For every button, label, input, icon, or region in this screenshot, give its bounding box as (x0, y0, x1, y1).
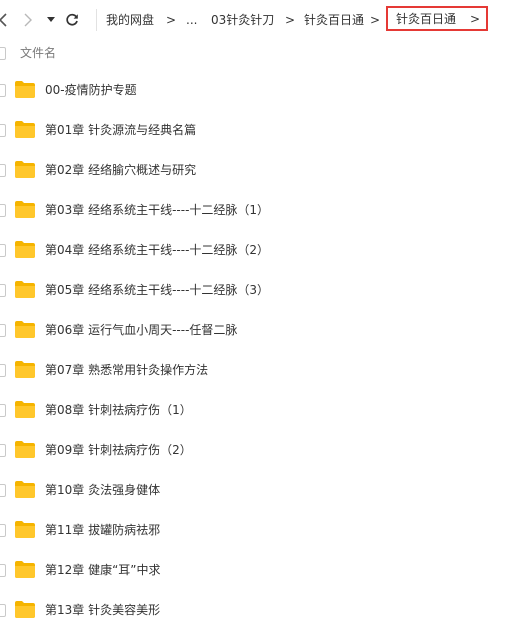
breadcrumb-separator[interactable]: > (285, 10, 295, 30)
breadcrumb-current[interactable]: 针灸百日通 > (386, 6, 488, 31)
list-item[interactable]: 第01章 针灸源流与经典名篇 (0, 110, 513, 150)
folder-icon (15, 361, 35, 378)
folder-icon (15, 281, 35, 298)
chevron-left-icon (0, 13, 7, 27)
folder-icon (15, 401, 35, 418)
folder-icon (15, 161, 35, 178)
list-item[interactable]: 第10章 灸法强身健体 (0, 470, 513, 510)
column-header-name[interactable]: 文件名 (20, 45, 56, 61)
folder-icon (15, 121, 35, 138)
file-name: 第12章 健康“耳”中求 (45, 563, 161, 577)
file-name: 00-疫情防护专题 (45, 83, 137, 97)
list-item[interactable]: 第09章 针刺祛病疗伤（2） (0, 430, 513, 470)
list-item[interactable]: 第13章 针灸美容美形 (0, 590, 513, 630)
file-name: 第13章 针灸美容美形 (45, 603, 161, 617)
breadcrumb-item-ellipsis[interactable]: ... (186, 10, 197, 30)
toolbar: 我的网盘 > ... 03针灸针刀 > 针灸百日通 > 针灸百日通 > (0, 0, 513, 40)
folder-icon (15, 601, 35, 618)
list-item[interactable]: 第08章 针刺祛病疗伤（1） (0, 390, 513, 430)
file-name: 第01章 针灸源流与经典名篇 (45, 123, 197, 137)
file-name: 第09章 针刺祛病疗伤（2） (45, 443, 192, 457)
folder-icon (15, 521, 35, 538)
list-item[interactable]: 第02章 经络腧穴概述与研究 (0, 150, 513, 190)
breadcrumb-separator[interactable]: > (166, 10, 176, 30)
row-checkbox[interactable] (0, 244, 6, 257)
breadcrumb-item-parent[interactable]: 针灸百日通 (304, 10, 364, 30)
row-checkbox[interactable] (0, 564, 6, 577)
row-checkbox[interactable] (0, 124, 6, 137)
row-checkbox[interactable] (0, 444, 6, 457)
row-checkbox[interactable] (0, 84, 6, 97)
list-item[interactable]: 00-疫情防护专题 (0, 70, 513, 110)
file-name: 第06章 运行气血小周天----任督二脉 (45, 323, 238, 337)
row-checkbox[interactable] (0, 364, 6, 377)
select-all-checkbox[interactable] (0, 47, 6, 60)
row-checkbox[interactable] (0, 604, 6, 617)
row-checkbox[interactable] (0, 404, 6, 417)
file-name: 第10章 灸法强身健体 (45, 483, 161, 497)
refresh-icon (66, 13, 78, 26)
folder-icon (15, 481, 35, 498)
chevron-right-icon (24, 13, 32, 27)
refresh-button[interactable] (62, 8, 82, 32)
file-name: 第03章 经络系统主干线----十二经脉（1） (45, 203, 270, 217)
row-checkbox[interactable] (0, 524, 6, 537)
folder-icon (15, 201, 35, 218)
row-checkbox[interactable] (0, 324, 6, 337)
breadcrumb-current-label: 针灸百日通 (396, 12, 457, 26)
row-checkbox[interactable] (0, 284, 6, 297)
toolbar-divider (96, 9, 97, 31)
history-dropdown-button[interactable] (44, 8, 58, 32)
list-item[interactable]: 第12章 健康“耳”中求 (0, 550, 513, 590)
file-name: 第02章 经络腧穴概述与研究 (45, 163, 197, 177)
breadcrumb-current-arrow: > (470, 11, 481, 26)
breadcrumb-separator[interactable]: > (370, 10, 380, 30)
row-checkbox[interactable] (0, 484, 6, 497)
file-name: 第11章 拔罐防病祛邪 (45, 523, 161, 537)
folder-icon (15, 561, 35, 578)
forward-button[interactable] (20, 8, 36, 32)
row-checkbox[interactable] (0, 164, 6, 177)
folder-icon (15, 81, 35, 98)
file-list: 00-疫情防护专题第01章 针灸源流与经典名篇 第02章 经络腧穴概述与研究第03… (0, 70, 513, 630)
file-name: 第04章 经络系统主干线----十二经脉（2） (45, 243, 270, 257)
list-item[interactable]: 第06章 运行气血小周天----任督二脉 (0, 310, 513, 350)
file-name: 第08章 针刺祛病疗伤（1） (45, 403, 192, 417)
list-item[interactable]: 第04章 经络系统主干线----十二经脉（2） (0, 230, 513, 270)
file-name: 第05章 经络系统主干线----十二经脉（3） (45, 283, 270, 297)
folder-icon (15, 441, 35, 458)
breadcrumb-item-folder[interactable]: 03针灸针刀 (211, 10, 274, 30)
folder-icon (15, 241, 35, 258)
list-item[interactable]: 第03章 经络系统主干线----十二经脉（1） (0, 190, 513, 230)
list-item[interactable]: 第11章 拔罐防病祛邪 (0, 510, 513, 550)
list-item[interactable]: 第05章 经络系统主干线----十二经脉（3） (0, 270, 513, 310)
list-item[interactable]: 第07章 熟悉常用针灸操作方法 (0, 350, 513, 390)
file-name: 第07章 熟悉常用针灸操作方法 (45, 363, 209, 377)
back-button[interactable] (0, 8, 10, 32)
row-checkbox[interactable] (0, 204, 6, 217)
folder-icon (15, 321, 35, 338)
column-header: 文件名 (0, 40, 513, 68)
breadcrumb-item-root[interactable]: 我的网盘 (106, 10, 154, 30)
caret-down-icon (47, 17, 55, 22)
